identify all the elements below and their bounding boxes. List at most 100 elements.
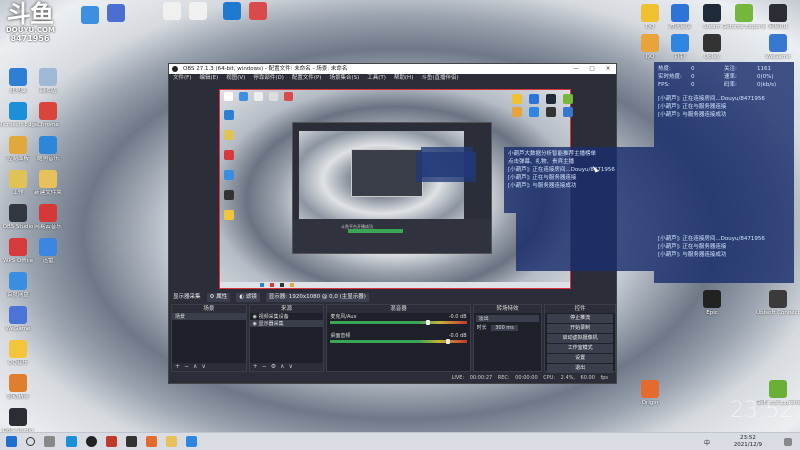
source-item[interactable]: ◉ 视频采集设备 (250, 313, 324, 320)
stat-value: 0 (691, 66, 695, 72)
edge-icon[interactable] (66, 436, 77, 447)
menu-item[interactable]: 视图(V) (226, 74, 245, 83)
log-line: [小葫芦]: 正在与服务器连接 (658, 104, 727, 110)
app-icon (703, 290, 721, 308)
obs-taskbar-icon[interactable] (86, 436, 97, 447)
notification-icon[interactable] (784, 438, 792, 446)
desktop-icon[interactable]: QQ音乐 (0, 340, 40, 367)
nested-preview-deep (351, 149, 423, 197)
desktop-icon[interactable]: 网易UU (756, 4, 800, 31)
menu-item[interactable]: 场景集合(S) (329, 74, 359, 83)
transition-type-select[interactable]: 淡出 (475, 315, 540, 322)
desktop-icon[interactable]: Uplay (690, 34, 734, 61)
display-select[interactable]: 显示器: 1920x1080 @ 0,0 (主显示器) (265, 293, 369, 302)
mixer-ch1-db: -0.0 dB (448, 314, 467, 320)
maximize-icon[interactable]: □ (584, 64, 600, 74)
desktop-icon[interactable]: WeGame (0, 306, 40, 333)
app-icon (9, 102, 27, 120)
app-icon (641, 380, 659, 398)
folder-taskbar-icon[interactable] (166, 436, 177, 447)
desktop-icon[interactable]: 网易云音乐 (26, 204, 70, 231)
control-button[interactable]: 退出 (547, 364, 613, 373)
preview-app-icon (529, 107, 539, 117)
preview-app-icon (224, 110, 234, 120)
sources-footer[interactable]: +−⚙∧∨ (249, 363, 324, 371)
mixer-ch2-slider[interactable] (446, 339, 451, 344)
app-taskbar-icon[interactable] (146, 436, 157, 447)
filters-button[interactable]: ◐ 滤镜 (236, 293, 260, 302)
desktop-icon[interactable]: 百度网盘 (0, 272, 40, 299)
source-item[interactable]: ◉ 显示器采集 (249, 320, 324, 327)
control-button[interactable]: 设置 (547, 354, 613, 363)
desktop-icon-label: Origin (641, 400, 659, 406)
douyu-logo: 斗鱼 DOUYU.COM 8471956 (6, 2, 55, 54)
danmu-overlay-mid[interactable]: 小葫芦大数据分析智能推荐主播榜单 点击弹幕、礼物、贵宾主播 [小葫芦]: 正在连接房… (504, 147, 654, 213)
menu-item[interactable]: 文件(F) (173, 74, 191, 83)
obs-title-bar[interactable]: OBS 27.1.3 (64-bit, windows) - 配置文件: 未命名… (169, 64, 616, 74)
close-icon[interactable]: ✕ (600, 64, 616, 74)
app-taskbar-icon[interactable] (106, 436, 117, 447)
ime-indicator[interactable]: 中 (704, 438, 710, 447)
control-button[interactable]: 工作室模式 (547, 344, 613, 353)
cpu-fps: CPU: 2.4%, 60.00 fps (543, 375, 608, 381)
search-icon[interactable] (26, 437, 35, 446)
task-view-icon[interactable] (44, 436, 55, 447)
control-button[interactable]: 开始录制 (547, 324, 613, 333)
mixer-ch1-slider[interactable] (425, 320, 430, 325)
minimize-icon[interactable]: — (568, 64, 584, 74)
desktop: { "brand": {"logo_text": "斗鱼", "site": "… (0, 0, 800, 450)
system-clock[interactable]: 23:52 2021/12/9 (734, 435, 762, 448)
desktop-icon[interactable]: 驱动精灵 (0, 374, 40, 401)
mixer-ch1-meter[interactable] (330, 320, 467, 325)
stat-key: 热度: (658, 66, 671, 72)
app-taskbar-icon[interactable] (126, 436, 137, 447)
app-icon (769, 34, 787, 52)
nested-meter (348, 229, 403, 233)
desktop-icon[interactable] (94, 4, 138, 24)
desktop-icon[interactable]: Ubisoft Connect (756, 290, 800, 317)
log-line: [小葫芦]: 与服务器连接成功 (658, 112, 727, 118)
duration-input[interactable]: 300 ms (491, 325, 518, 331)
room-id: 8471956 (10, 34, 50, 43)
desktop-icon[interactable]: 回收站 (26, 68, 70, 95)
app-icon (9, 170, 27, 188)
control-button[interactable]: 启动虚拟摄像机 (547, 334, 613, 343)
desktop-icon[interactable]: 新建文件夹 (26, 170, 70, 197)
mixer-ch2-meter[interactable] (330, 339, 467, 344)
start-icon[interactable] (6, 436, 17, 447)
log-line: [小葫芦]: 正在连接房间...Douyu/8471956 (658, 236, 765, 242)
control-button[interactable]: 停止推流 (547, 314, 613, 323)
obs-status-bar: LIVE: 00:00:27 REC: 00:00:00 CPU: 2.4%, … (169, 374, 616, 383)
menu-item[interactable]: 配置文件(P) (292, 74, 322, 83)
app-icon (39, 238, 57, 256)
desktop-icon[interactable]: Origin (628, 380, 672, 407)
preview-app-icon (224, 210, 234, 220)
desktop-icon[interactable]: OBS Studio (0, 408, 40, 435)
app-icon (189, 2, 207, 20)
danmu-overlay-top[interactable]: 热度: 0 关注: 1161 实时热度: 0 速率: 0(0%) FPS: 0 码率: 0(kb/s)… (654, 62, 794, 158)
preview-file-icon (254, 92, 263, 101)
desktop-icon[interactable]: WeGame (756, 34, 800, 61)
desktop-icon[interactable]: Epic (690, 290, 734, 317)
preview-folder-icon (224, 130, 234, 140)
properties-button[interactable]: ⚙ 属性 (206, 293, 231, 302)
menu-item[interactable]: 帮助(H) (394, 74, 413, 83)
menu-item[interactable]: 斗鱼(直播伴侣) (421, 74, 458, 83)
menu-item[interactable]: 停靠部件(D) (253, 74, 284, 83)
stat-key: 速率: (724, 74, 737, 80)
desktop-icon[interactable]: 酷狗音乐 (26, 136, 70, 163)
desktop-icon[interactable]: 迅雷 (26, 238, 70, 265)
danmu-overlay-bottom[interactable]: [小葫芦]: 正在连接房间...Douyu/8471956 [小葫芦]: 正在与服… (654, 158, 794, 283)
scene-item[interactable]: 场景 (172, 313, 246, 320)
app-taskbar-icon[interactable] (186, 436, 197, 447)
desktop-icon[interactable]: Chrome (26, 102, 70, 129)
menu-item[interactable]: 工具(T) (367, 74, 386, 83)
menu-item[interactable]: 编辑(E) (199, 74, 218, 83)
transitions-header: 转场特效 (473, 305, 542, 313)
scenes-footer[interactable]: +−∧∨ (172, 363, 246, 371)
preview-app-icon (239, 92, 248, 101)
sources-dock: 来源 ◉ 视频采集设备 ◉ 显示器采集 +−⚙∧∨ (248, 304, 325, 372)
app-icon (9, 68, 27, 86)
desktop-icon[interactable] (236, 2, 280, 22)
desktop-icon-label: WeGame (765, 54, 791, 60)
